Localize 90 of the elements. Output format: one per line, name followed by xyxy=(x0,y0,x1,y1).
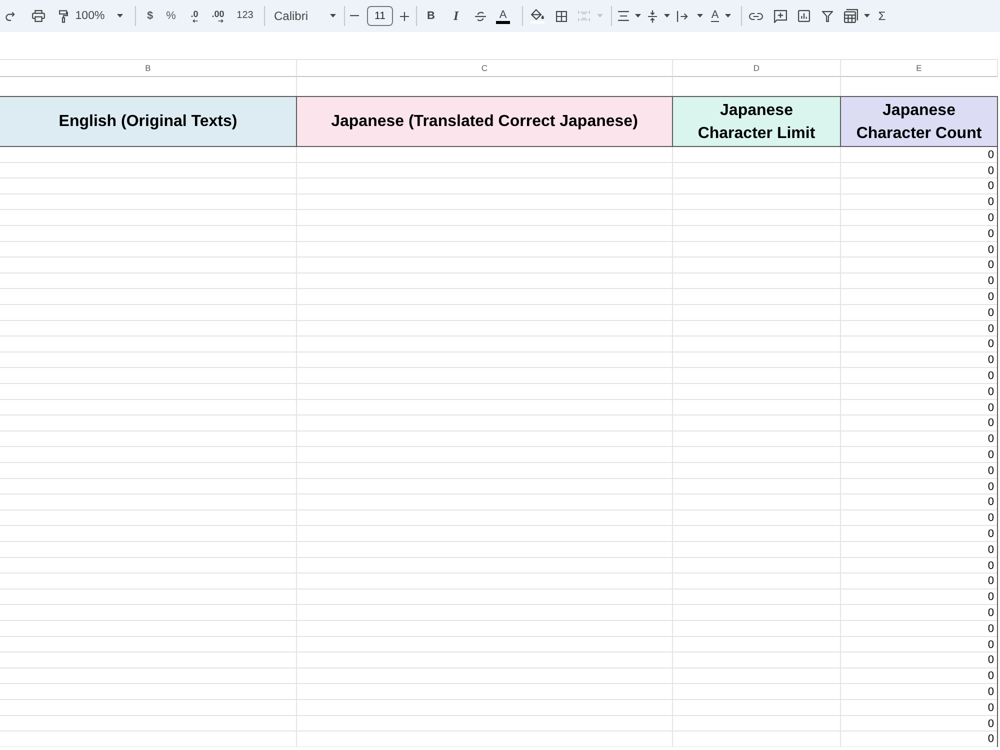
table-cell: 0 xyxy=(841,620,998,637)
caret-icon xyxy=(634,14,640,18)
column-header[interactable]: D xyxy=(673,59,841,77)
left-arrow-icon xyxy=(192,18,198,22)
caret-icon xyxy=(664,14,670,18)
table-cell: 0 xyxy=(841,304,998,321)
caret-icon xyxy=(724,14,731,18)
table-cell: 0 xyxy=(841,242,998,258)
paint-roller-icon[interactable] xyxy=(58,10,68,22)
table-cell: 0 xyxy=(841,194,998,210)
merge-icon xyxy=(578,10,590,22)
table-cell: 0 xyxy=(841,526,998,542)
font-dropdown[interactable]: Calibri xyxy=(274,9,336,23)
caret-icon xyxy=(330,14,336,18)
link-icon[interactable] xyxy=(749,12,763,20)
vertical-align-icon xyxy=(648,10,657,22)
table-cell: 0 xyxy=(841,400,998,416)
filter-icon[interactable] xyxy=(822,10,832,22)
text-align-dropdown[interactable] xyxy=(618,11,640,21)
table-cell: 0 xyxy=(841,716,998,732)
table-cell: 0 xyxy=(841,494,998,510)
strikethrough-icon[interactable] xyxy=(474,10,486,22)
borders-icon[interactable] xyxy=(556,10,566,22)
increase-decimals-button[interactable]: .00 xyxy=(212,10,224,22)
caret-icon xyxy=(597,14,603,18)
table-cell: 0 xyxy=(841,510,998,526)
header-cell: Japanese Character Count xyxy=(841,96,998,147)
table-cell: 0 xyxy=(841,352,998,368)
chart-icon[interactable] xyxy=(798,10,810,22)
column-header[interactable]: B xyxy=(0,59,297,77)
caret-icon xyxy=(697,14,703,18)
table-cell: 0 xyxy=(841,731,998,748)
bold-button[interactable]: B xyxy=(427,9,435,23)
table-cell: 0 xyxy=(841,258,998,274)
table-cell: 0 xyxy=(841,162,998,179)
table-cell: 0 xyxy=(841,589,998,606)
column-header[interactable]: C xyxy=(297,59,673,77)
table-icon xyxy=(844,9,858,23)
table-cell: 0 xyxy=(841,668,998,684)
table-cell: 0 xyxy=(841,700,998,716)
caret-icon xyxy=(864,14,870,18)
redo-icon[interactable] xyxy=(4,12,16,20)
right-arrow-icon xyxy=(218,18,224,22)
table-cell: 0 xyxy=(841,636,998,652)
zoom-dropdown[interactable]: 100% xyxy=(75,9,123,23)
decrease-decimals-button[interactable]: .0 xyxy=(190,10,198,22)
table-cell: 0 xyxy=(841,336,998,352)
text-align-icon xyxy=(618,11,628,21)
column-header[interactable]: E xyxy=(841,59,998,77)
table-cell: 0 xyxy=(841,368,998,384)
currency-format-button[interactable]: $ xyxy=(146,9,154,23)
table-cell: 0 xyxy=(841,416,998,432)
table-cell: 0 xyxy=(841,178,998,194)
print-icon[interactable] xyxy=(32,10,44,22)
percent-format-button[interactable]: % xyxy=(166,9,176,23)
table-cell: 0 xyxy=(841,431,998,448)
table-cell: 0 xyxy=(841,289,998,305)
table-cell: 0 xyxy=(841,273,998,290)
text-rotation-dropdown[interactable]: A xyxy=(711,10,731,22)
table-cell: 0 xyxy=(841,574,998,590)
table-cell: 0 xyxy=(841,320,998,337)
table-cell: 0 xyxy=(841,447,998,463)
table-cell: 0 xyxy=(841,605,998,621)
table-cell: 0 xyxy=(841,384,998,400)
header-cell: Japanese Character Limit xyxy=(673,96,841,147)
plus-icon[interactable] xyxy=(400,12,408,20)
table-cell: 0 xyxy=(841,462,998,479)
text-wrap-dropdown[interactable] xyxy=(677,10,703,22)
italic-button[interactable]: I xyxy=(453,9,459,23)
table-cell: 0 xyxy=(841,226,998,242)
text-wrap-icon xyxy=(677,10,688,22)
table-cell: 0 xyxy=(841,147,998,163)
minus-icon[interactable] xyxy=(350,15,358,17)
vertical-align-dropdown[interactable] xyxy=(648,10,670,22)
table-cell: 0 xyxy=(841,684,998,700)
font-size-field[interactable]: 11 xyxy=(367,6,393,26)
filter-views-dropdown[interactable] xyxy=(844,9,870,23)
paint-bucket-icon[interactable] xyxy=(530,8,544,24)
caret-icon xyxy=(116,14,123,18)
table-cell: 0 xyxy=(841,210,998,226)
table-cell: 0 xyxy=(841,652,998,668)
text-color-button[interactable]: A xyxy=(496,8,510,24)
functions-button[interactable]: Σ xyxy=(878,9,886,23)
number-format-button[interactable]: 123 xyxy=(236,9,254,23)
table-cell: 0 xyxy=(841,478,998,495)
table-cell: 0 xyxy=(841,558,998,574)
header-cell: Japanese (Translated Correct Japanese) xyxy=(297,96,673,147)
header-cell: English (Original Texts) xyxy=(0,96,297,147)
comment-icon[interactable] xyxy=(774,10,786,22)
table-cell: 0 xyxy=(841,542,998,558)
